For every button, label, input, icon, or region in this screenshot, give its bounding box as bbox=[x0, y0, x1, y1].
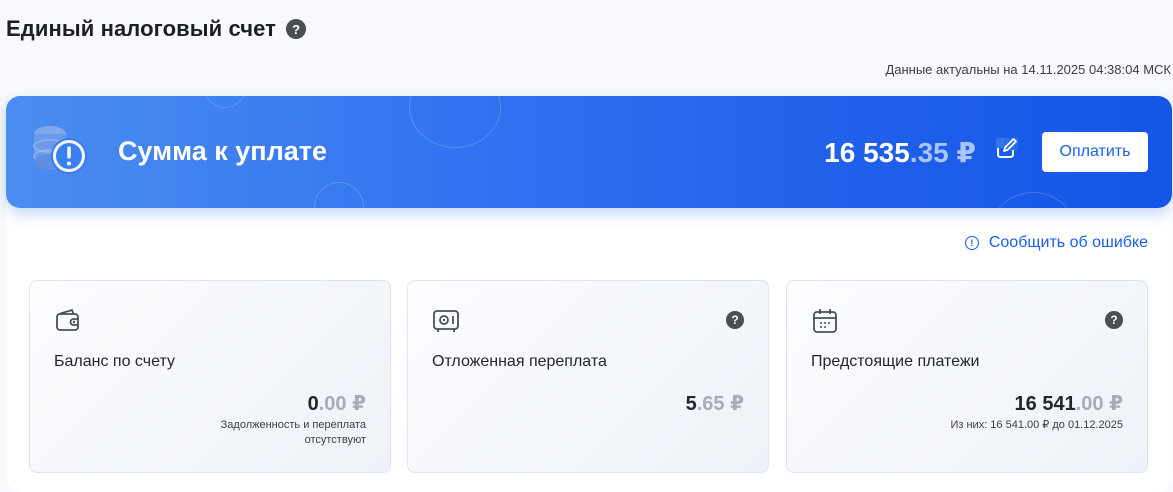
card-title: Отложенная переплата bbox=[432, 353, 607, 370]
amount-cents: .00 bbox=[1075, 393, 1104, 415]
edit-icon[interactable] bbox=[996, 138, 1018, 160]
alert-circle-icon: ! bbox=[964, 236, 979, 250]
banner-decoration bbox=[314, 182, 364, 208]
card-title: Баланс по счету bbox=[54, 353, 175, 370]
page: Единый налоговый счет ? Данные актуальны… bbox=[0, 0, 1173, 492]
amount-cents: .35 bbox=[909, 137, 949, 168]
page-title: Единый налоговый счет bbox=[6, 16, 277, 41]
calendar-icon bbox=[813, 309, 837, 333]
card-subtext: Задолженность и переплата отсутствуют bbox=[221, 418, 366, 448]
amount-integer: 16 541 bbox=[1014, 393, 1076, 415]
tax-account-panel: Сумма к уплате 16 535.35 ₽ Оплатить ! Со… bbox=[6, 96, 1172, 492]
card-subtext-line: Из них: 16 541.00 ₽ до 01.12.2025 bbox=[950, 419, 1123, 431]
amount-integer: 5 bbox=[685, 393, 697, 415]
banner-decoration bbox=[409, 96, 501, 148]
currency-symbol: ₽ bbox=[956, 137, 976, 168]
help-icon[interactable]: ? bbox=[1105, 311, 1123, 329]
deferred-overpayment-card: ? Отложенная переплата 5.65 ₽ bbox=[407, 280, 769, 473]
card-subtext: Из них: 16 541.00 ₽ до 01.12.2025 bbox=[950, 418, 1123, 433]
data-timestamp: Данные актуальны на 14.11.2025 04:38:04 … bbox=[885, 62, 1171, 77]
coins-alert-icon bbox=[33, 126, 87, 174]
pay-button[interactable]: Оплатить bbox=[1042, 132, 1148, 172]
help-icon[interactable]: ? bbox=[726, 311, 744, 329]
currency-symbol: ₽ bbox=[1109, 393, 1123, 415]
report-error-link[interactable]: ! Сообщить об ошибке bbox=[964, 234, 1148, 252]
page-header: Единый налоговый счет ? bbox=[6, 16, 307, 42]
card-amount: 0.00 ₽ bbox=[308, 391, 366, 416]
card-amount: 5.65 ₽ bbox=[686, 391, 744, 416]
wallet-icon bbox=[56, 309, 79, 331]
banner-decoration bbox=[990, 192, 1076, 208]
banner-title: Сумма к уплате bbox=[118, 136, 328, 166]
amount-due: 16 535.35 ₽ bbox=[824, 136, 976, 169]
balance-card: Баланс по счету 0.00 ₽ Задолженность и п… bbox=[29, 280, 391, 473]
amount-due-banner: Сумма к уплате 16 535.35 ₽ Оплатить bbox=[6, 96, 1172, 208]
card-subtext-line: Задолженность и переплата bbox=[220, 419, 366, 431]
help-icon[interactable]: ? bbox=[286, 19, 307, 39]
currency-symbol: ₽ bbox=[352, 393, 366, 415]
card-amount: 16 541.00 ₽ bbox=[1015, 391, 1123, 416]
report-error-label: Сообщить об ошибке bbox=[988, 234, 1148, 251]
amount-cents: .00 bbox=[318, 393, 347, 415]
amount-integer: 0 bbox=[307, 393, 319, 415]
upcoming-payments-card: ? Предстоящие платежи 16 541.00 ₽ Из них… bbox=[786, 280, 1148, 473]
card-subtext-line: отсутствуют bbox=[304, 434, 366, 446]
amount-integer: 16 535 bbox=[824, 137, 910, 168]
card-title: Предстоящие платежи bbox=[811, 353, 980, 370]
banner-decoration bbox=[202, 96, 248, 108]
safe-icon bbox=[433, 310, 459, 332]
amount-cents: .65 bbox=[696, 393, 725, 415]
currency-symbol: ₽ bbox=[730, 393, 744, 415]
